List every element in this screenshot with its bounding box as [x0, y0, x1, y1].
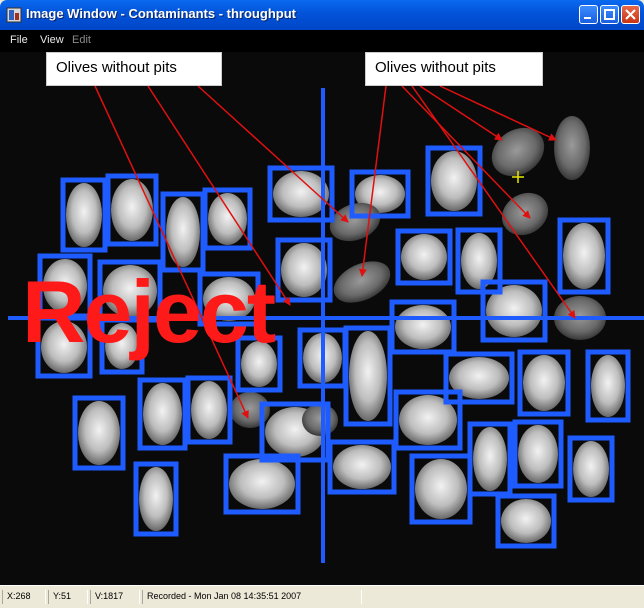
olive — [78, 401, 120, 465]
olive — [229, 459, 295, 509]
olive — [66, 183, 102, 247]
olive — [139, 467, 173, 531]
status-bar: X:268 Y:51 V:1817 Recorded - Mon Jan 08 … — [0, 585, 644, 608]
olive — [473, 427, 507, 491]
olive — [333, 445, 391, 489]
olive — [431, 151, 477, 211]
olive — [111, 179, 153, 241]
callout-olives-without-pits-left: Olives without pits — [46, 52, 222, 86]
olive — [591, 355, 625, 417]
olive — [518, 425, 558, 483]
olive-without-pit — [501, 192, 549, 236]
olive — [523, 355, 565, 411]
olive — [281, 243, 327, 297]
status-recorded: Recorded - Mon Jan 08 14:35:51 2007 — [142, 590, 362, 604]
status-y: Y:51 — [48, 590, 88, 604]
olive-without-pit — [333, 261, 391, 303]
olive — [166, 197, 200, 267]
olive — [395, 305, 451, 349]
annotation-arrow — [439, 85, 557, 141]
olive — [143, 383, 182, 445]
olive — [208, 193, 247, 245]
image-window: Image Window - Contaminants - throughput… — [0, 0, 644, 608]
olive — [573, 441, 609, 497]
olive — [501, 499, 551, 543]
olive-without-pit — [302, 404, 338, 436]
olive — [401, 234, 447, 280]
reject-label: Reject — [22, 262, 276, 361]
olive — [349, 331, 387, 421]
olive — [273, 171, 329, 217]
annotation-arrow — [419, 85, 503, 141]
olive — [191, 381, 227, 439]
olive-without-pit — [554, 116, 590, 180]
olive — [415, 459, 467, 519]
olive — [563, 223, 605, 289]
status-x: X:268 — [2, 590, 46, 604]
status-v: V:1817 — [90, 590, 140, 604]
callout-olives-without-pits-right: Olives without pits — [365, 52, 543, 86]
